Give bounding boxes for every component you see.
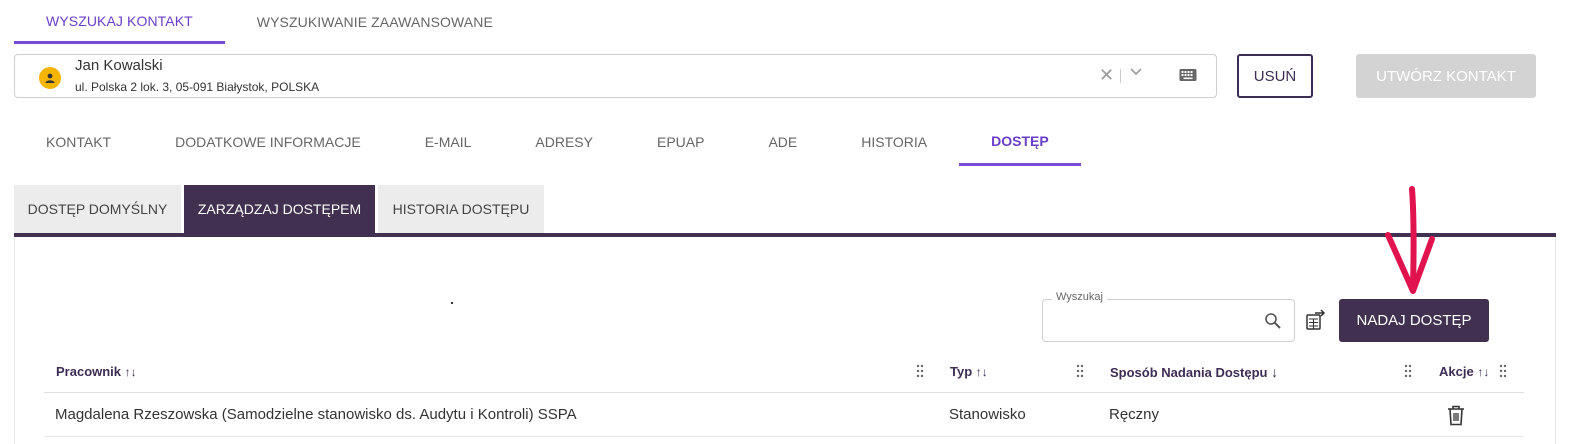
stray-dot [451,302,453,304]
header-typ[interactable]: Typ ↑↓ [950,364,988,379]
sort-icon[interactable]: ↓ [1271,364,1278,380]
trash-icon[interactable] [1446,404,1466,431]
tab-historia[interactable]: HISTORIA [829,118,959,166]
chevron-down-icon[interactable] [1129,64,1143,83]
person-icon [39,67,61,89]
table-row: Magdalena Rzeszowska (Samodzielne stanow… [44,393,1524,437]
table-header: Pracownik ↑↓ Typ ↑↓ Sposób Nadania Dostę… [44,352,1524,393]
export-icon[interactable] [1305,309,1327,336]
tab-dostep[interactable]: DOSTĘP [959,118,1081,166]
subtab-zarzadzaj-dostepem[interactable]: ZARZĄDZAJ DOSTĘPEM [184,185,375,233]
header-label: Pracownik [56,364,122,379]
drag-handle-icon[interactable] [1499,364,1507,378]
drag-handle-icon[interactable] [916,364,924,378]
tab-epuap[interactable]: EPUAP [625,118,736,166]
tab-kontakt[interactable]: KONTAKT [14,118,143,166]
annotation-arrow [1380,185,1440,302]
header-sposob-nadania[interactable]: Sposób Nadania Dostępu ↓ [1110,364,1278,380]
header-pracownik[interactable]: Pracownik ↑↓ [56,364,137,379]
contact-select[interactable]: Jan Kowalski ul. Polska 2 lok. 3, 05-091… [14,54,1217,98]
search-icon[interactable] [1264,312,1282,335]
contact-address: ul. Polska 2 lok. 3, 05-091 Białystok, P… [75,80,320,94]
sort-icon[interactable]: ↑↓ [976,365,988,379]
header-label: Sposób Nadania Dostępu [1110,365,1268,380]
search-mode-tabs: WYSZUKAJ KONTAKT WYSZUKIWANIE ZAAWANSOWA… [14,0,525,44]
grant-access-button[interactable]: NADAJ DOSTĘP [1339,299,1489,342]
cell-type: Stanowisko [949,406,1026,423]
clear-icon[interactable]: ✕ [1099,65,1114,86]
section-tabs: KONTAKT DODATKOWE INFORMACJE E-MAIL ADRE… [14,118,1081,166]
cell-method: Ręczny [1109,406,1160,423]
sort-icon[interactable]: ↑↓ [1477,365,1489,379]
subtab-dostep-domyslny[interactable]: DOSTĘP DOMYŚLNY [14,185,181,233]
tab-e-mail[interactable]: E-MAIL [393,118,504,166]
tab-dodatkowe-informacje[interactable]: DODATKOWE INFORMACJE [143,118,393,166]
tab-ade[interactable]: ADE [736,118,829,166]
create-contact-button[interactable]: UTWÓRZ KONTAKT [1356,54,1536,98]
sort-icon[interactable]: ↑↓ [125,365,137,379]
cell-employee: Magdalena Rzeszowska (Samodzielne stanow… [55,406,577,423]
tab-adresy[interactable]: ADRESY [503,118,625,166]
tab-wyszukiwanie-zaawansowane[interactable]: WYSZUKIWANIE ZAAWANSOWANE [225,0,525,44]
contact-name: Jan Kowalski [75,57,163,74]
tab-wyszukaj-kontakt[interactable]: WYSZUKAJ KONTAKT [14,0,225,44]
header-label: Typ [950,364,973,379]
search-input[interactable] [1042,299,1295,342]
separator [1120,69,1121,83]
subtab-historia-dostepu[interactable]: HISTORIA DOSTĘPU [378,185,544,233]
drag-handle-icon[interactable] [1076,364,1084,378]
search-label: Wyszukaj [1052,291,1107,303]
delete-button[interactable]: USUŃ [1237,54,1313,98]
header-label: Akcje [1439,364,1474,379]
keyboard-icon[interactable] [1179,68,1197,87]
header-akcje[interactable]: Akcje ↑↓ [1439,364,1489,379]
drag-handle-icon[interactable] [1404,364,1412,378]
